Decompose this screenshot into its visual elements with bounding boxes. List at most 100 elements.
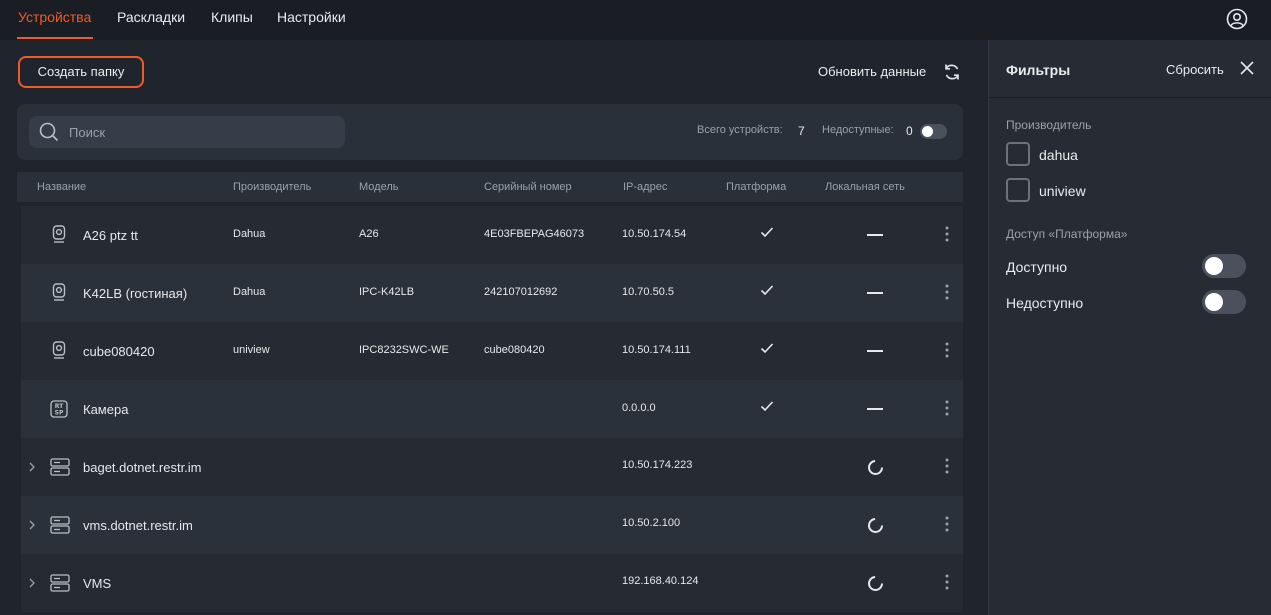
- vendor-checkbox-uniview[interactable]: [1006, 178, 1030, 202]
- search-icon: [39, 122, 59, 142]
- more-options-icon[interactable]: [945, 458, 949, 474]
- device-ip: 10.50.2.100: [622, 517, 681, 529]
- vendor-label-uniview[interactable]: uniview: [1039, 183, 1086, 199]
- device-name[interactable]: cube080420: [83, 344, 155, 359]
- active-tab-indicator: [17, 37, 93, 39]
- loading-spinner-icon: [868, 460, 883, 475]
- unavailable-label: Недоступные:: [822, 124, 894, 136]
- toggle-knob: [1205, 257, 1223, 275]
- chevron-right-icon[interactable]: [28, 578, 36, 588]
- device-vendor: Dahua: [233, 286, 266, 298]
- column-header-local-network[interactable]: Локальная сеть: [825, 181, 905, 193]
- filters-title: Фильтры: [1006, 62, 1071, 78]
- column-header-ip[interactable]: IP-адрес: [623, 181, 667, 193]
- chevron-right-icon[interactable]: [28, 520, 36, 530]
- device-name[interactable]: vms.dotnet.restr.im: [83, 518, 193, 533]
- vendor-label-dahua[interactable]: dahua: [1039, 147, 1078, 163]
- device-name[interactable]: Камера: [83, 402, 128, 417]
- device-ip: 192.168.40.124: [622, 575, 699, 587]
- access-unavailable-label: Недоступно: [1006, 295, 1084, 311]
- tab-layouts[interactable]: Раскладки: [117, 9, 185, 25]
- table-header: Название Производитель Модель Серийный н…: [17, 172, 963, 202]
- more-options-icon[interactable]: [945, 284, 949, 300]
- device-serial: 4E03FBEPAG46073: [484, 228, 585, 240]
- device-name[interactable]: K42LB (гостиная): [83, 286, 187, 301]
- check-icon: [760, 343, 774, 354]
- table-row[interactable]: cube080420 uniview IPC8232SWC-WE cube080…: [21, 322, 963, 380]
- tab-settings[interactable]: Настройки: [277, 9, 346, 25]
- check-icon: [760, 285, 774, 296]
- total-devices-count: 7: [798, 124, 805, 138]
- camera-icon: [52, 341, 66, 359]
- refresh-data-button[interactable]: Обновить данные: [818, 64, 926, 79]
- server-icon: [50, 458, 70, 476]
- user-circle-icon[interactable]: [1226, 8, 1248, 30]
- table-row[interactable]: baget.dotnet.restr.im 10.50.174.223: [21, 438, 963, 496]
- server-icon: [50, 574, 70, 592]
- table-row[interactable]: vms.dotnet.restr.im 10.50.2.100: [21, 496, 963, 554]
- total-devices-label: Всего устройств:: [697, 124, 783, 136]
- tab-devices[interactable]: Устройства: [18, 9, 91, 25]
- device-vendor: uniview: [233, 344, 270, 356]
- loading-spinner-icon: [868, 576, 883, 591]
- column-header-serial[interactable]: Серийный номер: [484, 181, 572, 193]
- check-icon: [760, 401, 774, 412]
- camera-icon: [52, 225, 66, 243]
- toggle-knob: [922, 126, 933, 137]
- device-name[interactable]: baget.dotnet.restr.im: [83, 460, 202, 475]
- table-row[interactable]: VMS 192.168.40.124: [21, 554, 963, 612]
- device-model: IPC-K42LB: [359, 286, 415, 298]
- more-options-icon[interactable]: [945, 400, 949, 416]
- filters-header: Фильтры Сбросить: [989, 40, 1271, 98]
- filters-panel: Фильтры Сбросить Производитель dahua uni…: [988, 40, 1271, 615]
- tab-clips[interactable]: Клипы: [211, 9, 253, 25]
- device-name[interactable]: A26 ptz tt: [83, 228, 138, 243]
- column-header-name[interactable]: Название: [37, 181, 86, 193]
- dash-icon: [867, 292, 883, 294]
- table-row[interactable]: RT SP Камера 0.0.0.0: [21, 380, 963, 438]
- device-vendor: Dahua: [233, 228, 266, 240]
- table-row[interactable]: K42LB (гостиная) Dahua IPC-K42LB 2421070…: [21, 264, 963, 322]
- close-icon[interactable]: [1240, 61, 1254, 75]
- dash-icon: [867, 408, 883, 410]
- search-input[interactable]: [69, 116, 329, 148]
- access-available-label: Доступно: [1006, 259, 1068, 275]
- device-serial: 242107012692: [484, 286, 558, 298]
- access-filter-title: Доступ «Платформа»: [1006, 227, 1128, 241]
- create-folder-button[interactable]: Создать папку: [18, 56, 144, 88]
- column-header-vendor[interactable]: Производитель: [233, 181, 311, 193]
- top-nav: Устройства Раскладки Клипы Настройки: [0, 0, 1271, 40]
- more-options-icon[interactable]: [945, 342, 949, 358]
- device-model: A26: [359, 228, 379, 240]
- device-ip: 0.0.0.0: [622, 402, 656, 414]
- access-available-toggle[interactable]: [1202, 254, 1246, 278]
- device-name[interactable]: VMS: [83, 576, 111, 591]
- more-options-icon[interactable]: [945, 516, 949, 532]
- loading-spinner-icon: [868, 518, 883, 533]
- reset-filters-button[interactable]: Сбросить: [1166, 62, 1224, 77]
- chevron-right-icon[interactable]: [28, 462, 36, 472]
- refresh-icon[interactable]: [942, 62, 962, 82]
- device-ip: 10.50.174.111: [622, 344, 691, 356]
- rtsp-icon: RTSP: [50, 400, 68, 418]
- dash-icon: [867, 350, 883, 352]
- toggle-knob: [1205, 293, 1223, 311]
- check-icon: [760, 227, 774, 238]
- table-row[interactable]: A26 ptz tt Dahua A26 4E03FBEPAG46073 10.…: [21, 206, 963, 264]
- unavailable-toggle[interactable]: [920, 124, 947, 139]
- search-box[interactable]: [29, 116, 345, 148]
- more-options-icon[interactable]: [945, 226, 949, 242]
- unavailable-count: 0: [906, 124, 913, 138]
- access-unavailable-toggle[interactable]: [1202, 290, 1246, 314]
- device-model: IPC8232SWC-WE: [359, 344, 449, 356]
- more-options-icon[interactable]: [945, 574, 949, 590]
- device-ip: 10.50.174.223: [622, 459, 693, 471]
- column-header-model[interactable]: Модель: [359, 181, 398, 193]
- device-ip: 10.50.174.54: [622, 228, 687, 240]
- server-icon: [50, 516, 70, 534]
- vendor-checkbox-dahua[interactable]: [1006, 142, 1030, 166]
- search-panel: Всего устройств: 7 Недоступные: 0: [17, 104, 963, 160]
- dash-icon: [867, 234, 883, 236]
- column-header-platform[interactable]: Платформа: [726, 181, 786, 193]
- svg-text:SP: SP: [55, 410, 64, 417]
